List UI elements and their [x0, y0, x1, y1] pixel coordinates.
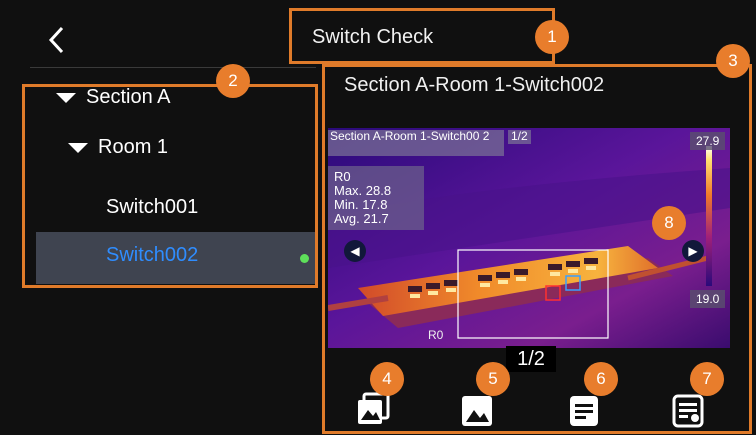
- back-button[interactable]: [42, 22, 72, 58]
- chevron-left-icon: [48, 26, 64, 54]
- divider: [30, 67, 316, 68]
- callout-badge: 7: [690, 362, 724, 396]
- callout-badge: 4: [370, 362, 404, 396]
- callout-badge: 8: [652, 206, 686, 240]
- callout-badge: 6: [584, 362, 618, 396]
- callout-frame-title: [289, 8, 555, 64]
- callout-badge: 2: [216, 64, 250, 98]
- callout-frame-tree: [22, 84, 318, 288]
- callout-badge: 3: [716, 44, 750, 78]
- callout-badge: 1: [535, 20, 569, 54]
- callout-badge: 5: [476, 362, 510, 396]
